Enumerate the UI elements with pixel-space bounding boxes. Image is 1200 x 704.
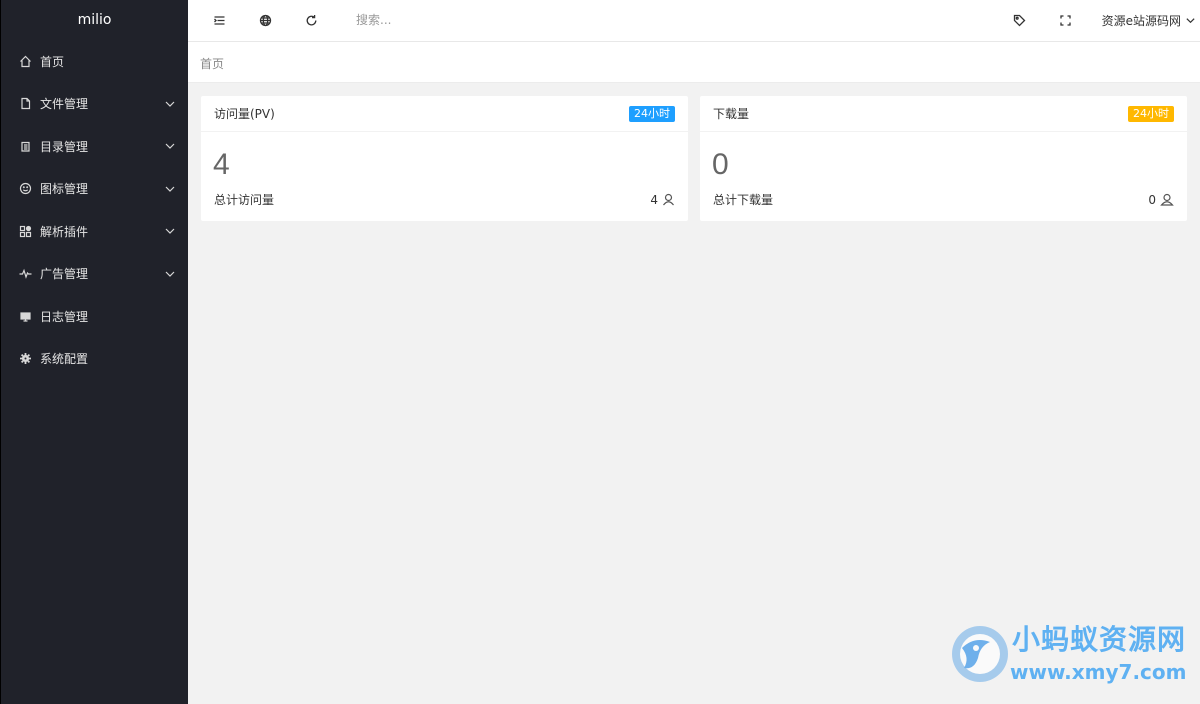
sidebar-item-label: 解析插件: [40, 224, 89, 239]
watermark-logo-icon: [952, 626, 1008, 682]
list-icon: [18, 139, 32, 153]
breadcrumb-bar: 首页: [188, 42, 1200, 83]
sidebar-item-parse-plugins[interactable]: 解析插件: [1, 210, 188, 253]
user-icon: [663, 193, 674, 206]
globe-icon: [259, 14, 271, 26]
home-icon: [18, 54, 32, 68]
menu-toggle-icon: [213, 15, 224, 25]
gear-icon: [18, 352, 32, 366]
card-footer-value: 4: [650, 192, 658, 207]
sidebar-item-label: 首页: [40, 54, 65, 69]
card-title: 访问量(PV): [214, 107, 275, 121]
card-value: 4: [213, 148, 230, 181]
chevron-down-icon: [165, 228, 175, 235]
top-header: 资源e站源码网: [188, 0, 1200, 42]
sidebar-item-label: 图标管理: [40, 182, 89, 197]
chevron-down-icon: [165, 101, 175, 107]
card-value: 0: [712, 148, 729, 181]
period-badge: 24小时: [629, 105, 675, 122]
chevron-down-icon: [1186, 17, 1195, 23]
pv-card: 访问量(PV) 24小时 4 总计访问量 4: [201, 96, 688, 221]
website-button[interactable]: [250, 0, 280, 40]
sidebar-item-home[interactable]: 首页: [1, 40, 188, 83]
apps-icon: [18, 224, 32, 238]
pulse-icon: [18, 267, 32, 281]
card-footer: 总计下载量 0: [713, 191, 1174, 208]
card-header: 访问量(PV) 24小时: [201, 96, 688, 132]
sidebar-item-log-management[interactable]: 日志管理: [1, 295, 188, 338]
sidebar-item-label: 系统配置: [40, 352, 89, 367]
watermark: 小蚂蚁资源网 www.xmy7.com: [944, 618, 1194, 690]
search-input[interactable]: [356, 10, 536, 30]
download-card: 下载量 24小时 0 总计下载量 0: [700, 96, 1187, 221]
period-badge: 24小时: [1128, 105, 1174, 122]
sidebar-item-label: 广告管理: [40, 267, 89, 282]
sidebar-item-file-management[interactable]: 文件管理: [1, 83, 188, 126]
breadcrumb-home[interactable]: 首页: [200, 55, 224, 72]
tag-icon: [1013, 14, 1025, 26]
sidebar-item-ad-management[interactable]: 广告管理: [1, 253, 188, 296]
user-menu[interactable]: 资源e站源码网: [1102, 0, 1196, 40]
smile-icon: [18, 182, 32, 196]
card-footer: 总计访问量 4: [214, 191, 675, 208]
fullscreen-button[interactable]: [1050, 0, 1080, 40]
card-header: 下载量 24小时: [700, 96, 1187, 132]
menu-toggle-button[interactable]: [204, 0, 234, 40]
refresh-icon: [306, 14, 316, 25]
sidebar-item-system-config[interactable]: 系统配置: [1, 338, 188, 381]
file-icon: [18, 97, 32, 111]
card-footer-value: 0: [1148, 192, 1156, 207]
tag-button[interactable]: [1004, 0, 1034, 40]
watermark-title: 小蚂蚁资源网: [1012, 623, 1187, 656]
sidebar-item-directory-management[interactable]: 目录管理: [1, 125, 188, 168]
watermark-url: www.xmy7.com: [1010, 660, 1187, 684]
card-footer-label: 总计下载量: [713, 193, 774, 207]
chevron-down-icon: [165, 143, 175, 150]
sidebar-item-icon-management[interactable]: 图标管理: [1, 168, 188, 211]
users-icon: [1160, 193, 1174, 206]
card-footer-label: 总计访问量: [214, 193, 275, 207]
sidebar-item-label: 日志管理: [40, 309, 89, 324]
sidebar-item-label: 文件管理: [40, 97, 89, 112]
fullscreen-icon: [1059, 14, 1071, 26]
sidebar-item-label: 目录管理: [40, 139, 89, 154]
refresh-button[interactable]: [296, 0, 326, 40]
user-name: 资源e站源码网: [1101, 13, 1181, 28]
app-logo[interactable]: milio: [1, 0, 188, 40]
sidebar: milio 首页 文件管理 目录管理 图标管理 解析插件 广告管理 日志管理 系…: [0, 0, 188, 704]
chevron-down-icon: [165, 186, 175, 192]
chevron-down-icon: [165, 271, 175, 277]
card-title: 下载量: [713, 107, 750, 121]
monitor-icon: [18, 309, 32, 323]
